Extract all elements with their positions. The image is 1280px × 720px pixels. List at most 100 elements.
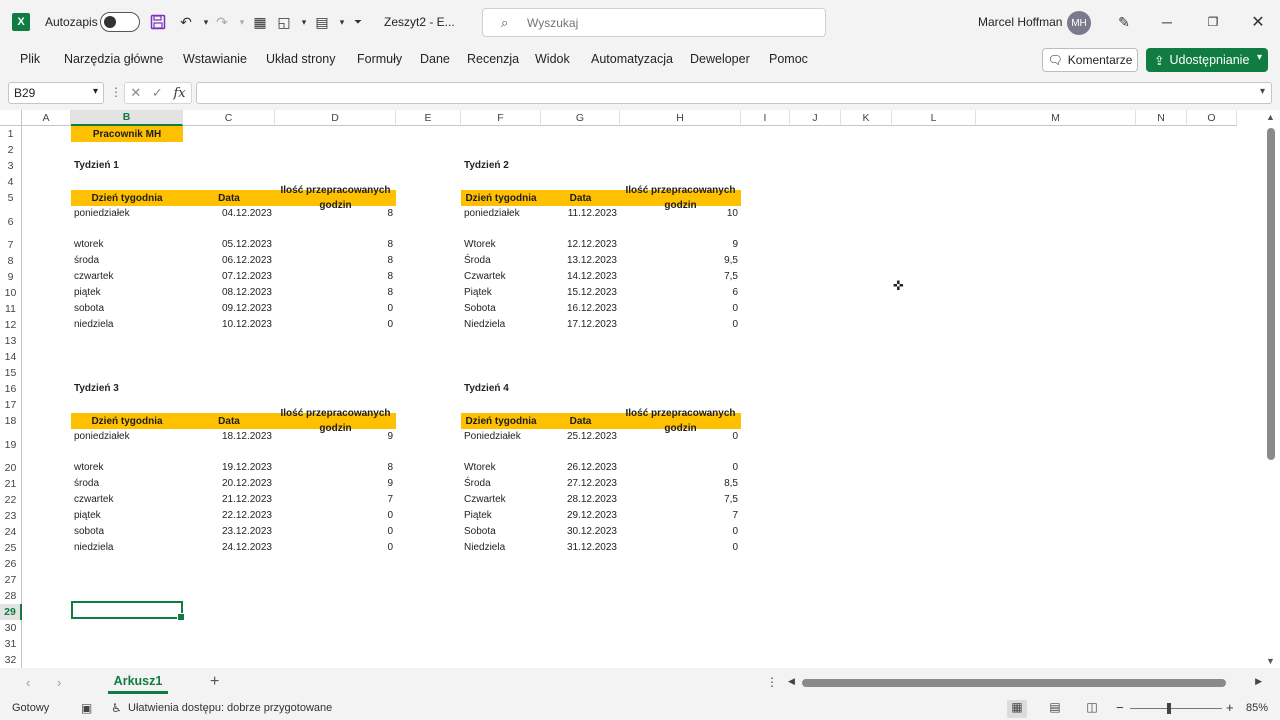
horizontal-scroll-thumb[interactable] [802, 679, 1226, 687]
row-header-16[interactable]: 16 [0, 381, 22, 397]
tab-plik[interactable]: Plik [20, 52, 40, 66]
row-header-6[interactable]: 6 [0, 206, 22, 237]
tab-narzedzia-glowne[interactable]: Narzędzia główne [64, 52, 163, 66]
restore-icon[interactable]: ❐ [1198, 10, 1228, 34]
column-header-f[interactable]: F [461, 110, 541, 126]
hours-cell[interactable]: 0 [275, 540, 393, 556]
date-cell[interactable]: 06.12.2023 [183, 253, 272, 269]
select-all-corner[interactable] [0, 110, 22, 126]
more-icon[interactable]: ⋮ [110, 85, 122, 99]
header-hours[interactable]: Ilość przepracowanych godzin [620, 185, 741, 211]
hours-cell[interactable]: 8 [275, 269, 393, 285]
vertical-scroll-thumb[interactable] [1267, 128, 1275, 460]
zoom-out-icon[interactable]: − [1116, 700, 1124, 715]
comments-button[interactable]: 🗨 Komentarze [1042, 48, 1138, 72]
hours-cell[interactable]: 8,5 [620, 476, 738, 492]
column-header-j[interactable]: J [790, 110, 841, 126]
hours-cell[interactable]: 8 [275, 237, 393, 253]
row-header-24[interactable]: 24 [0, 524, 22, 540]
week-label[interactable]: Tydzień 1 [74, 158, 194, 174]
row-header-31[interactable]: 31 [0, 636, 22, 652]
date-cell[interactable]: 16.12.2023 [541, 301, 617, 317]
minimize-icon[interactable]: ─ [1152, 10, 1182, 34]
header-hours[interactable]: Ilość przepracowanych godzin [275, 408, 396, 434]
hours-cell[interactable]: 9 [620, 237, 738, 253]
date-cell[interactable]: 13.12.2023 [541, 253, 617, 269]
header-date[interactable]: Data [541, 190, 620, 206]
tab-recenzja[interactable]: Recenzja [467, 52, 519, 66]
hours-cell[interactable]: 9,5 [620, 253, 738, 269]
row-header-14[interactable]: 14 [0, 349, 22, 365]
column-header-g[interactable]: G [541, 110, 620, 126]
day-cell[interactable]: poniedziałek [74, 206, 183, 237]
tab-uklad-strony[interactable]: Układ strony [266, 52, 335, 66]
hours-cell[interactable]: 0 [620, 317, 738, 333]
hours-cell[interactable]: 8 [275, 460, 393, 476]
day-cell[interactable]: niedziela [74, 317, 183, 333]
cancel-icon[interactable]: ✕ [130, 85, 141, 101]
row-header-8[interactable]: 8 [0, 253, 22, 269]
macro-record-icon[interactable]: ▣ [81, 701, 92, 715]
expand-formula-icon[interactable]: ▾ [1260, 86, 1265, 97]
date-cell[interactable]: 29.12.2023 [541, 508, 617, 524]
date-cell[interactable]: 23.12.2023 [183, 524, 272, 540]
column-header-k[interactable]: K [841, 110, 892, 126]
day-cell[interactable]: Czwartek [464, 269, 541, 285]
row-header-23[interactable]: 23 [0, 508, 22, 524]
day-cell[interactable]: niedziela [74, 540, 183, 556]
row-header-3[interactable]: 3 [0, 158, 22, 174]
row-header-19[interactable]: 19 [0, 429, 22, 460]
date-cell[interactable]: 21.12.2023 [183, 492, 272, 508]
redo-icon[interactable]: ↷ [212, 12, 232, 32]
row-header-20[interactable]: 20 [0, 460, 22, 476]
day-cell[interactable]: Sobota [464, 524, 541, 540]
column-header-l[interactable]: L [892, 110, 976, 126]
day-cell[interactable]: sobota [74, 524, 183, 540]
column-header-e[interactable]: E [396, 110, 461, 126]
undo-icon[interactable]: ↶ [176, 12, 196, 32]
date-cell[interactable]: 24.12.2023 [183, 540, 272, 556]
week-label[interactable]: Tydzień 4 [464, 381, 584, 397]
date-cell[interactable]: 15.12.2023 [541, 285, 617, 301]
accessibility-icon[interactable]: ♿ [111, 701, 122, 715]
name-box[interactable]: B29 ▾ [8, 82, 104, 104]
day-cell[interactable]: środa [74, 253, 183, 269]
row-header-15[interactable]: 15 [0, 365, 22, 381]
day-cell[interactable]: czwartek [74, 269, 183, 285]
sheet-tab-arkusz1[interactable]: Arkusz1 [108, 672, 168, 694]
row-header-26[interactable]: 26 [0, 556, 22, 572]
row-header-17[interactable]: 17 [0, 397, 22, 413]
day-cell[interactable]: Sobota [464, 301, 541, 317]
date-cell[interactable]: 26.12.2023 [541, 460, 617, 476]
header-hours[interactable]: Ilość przepracowanych godzin [620, 408, 741, 434]
day-cell[interactable]: wtorek [74, 460, 183, 476]
row-header-5[interactable]: 5 [0, 190, 22, 206]
day-cell[interactable]: poniedziałek [464, 206, 541, 237]
tab-widok[interactable]: Widok [535, 52, 570, 66]
tab-dane[interactable]: Dane [420, 52, 450, 66]
row-header-4[interactable]: 4 [0, 174, 22, 190]
row-header-27[interactable]: 27 [0, 572, 22, 588]
column-header-c[interactable]: C [183, 110, 275, 126]
row-header-13[interactable]: 13 [0, 333, 22, 349]
date-cell[interactable]: 18.12.2023 [183, 429, 272, 460]
row-header-2[interactable]: 2 [0, 142, 22, 158]
zoom-level[interactable]: 85% [1246, 702, 1268, 714]
row-header-11[interactable]: 11 [0, 301, 22, 317]
column-header-o[interactable]: O [1187, 110, 1237, 126]
hours-cell[interactable]: 0 [275, 301, 393, 317]
close-icon[interactable]: ✕ [1243, 10, 1273, 34]
chevron-down-icon[interactable]: ▾ [93, 86, 98, 97]
column-header-a[interactable]: A [22, 110, 71, 126]
hours-cell[interactable]: 0 [620, 460, 738, 476]
hours-cell[interactable]: 7 [620, 508, 738, 524]
hours-cell[interactable]: 0 [275, 508, 393, 524]
add-sheet-icon[interactable]: + [210, 673, 219, 691]
row-header-7[interactable]: 7 [0, 237, 22, 253]
hours-cell[interactable]: 7 [275, 492, 393, 508]
day-cell[interactable]: wtorek [74, 237, 183, 253]
row-header-10[interactable]: 10 [0, 285, 22, 301]
share-dropdown-icon[interactable]: ▾ [1257, 52, 1262, 63]
shapes-dropdown-icon[interactable]: ▾ [294, 12, 314, 32]
row-header-30[interactable]: 30 [0, 620, 22, 636]
